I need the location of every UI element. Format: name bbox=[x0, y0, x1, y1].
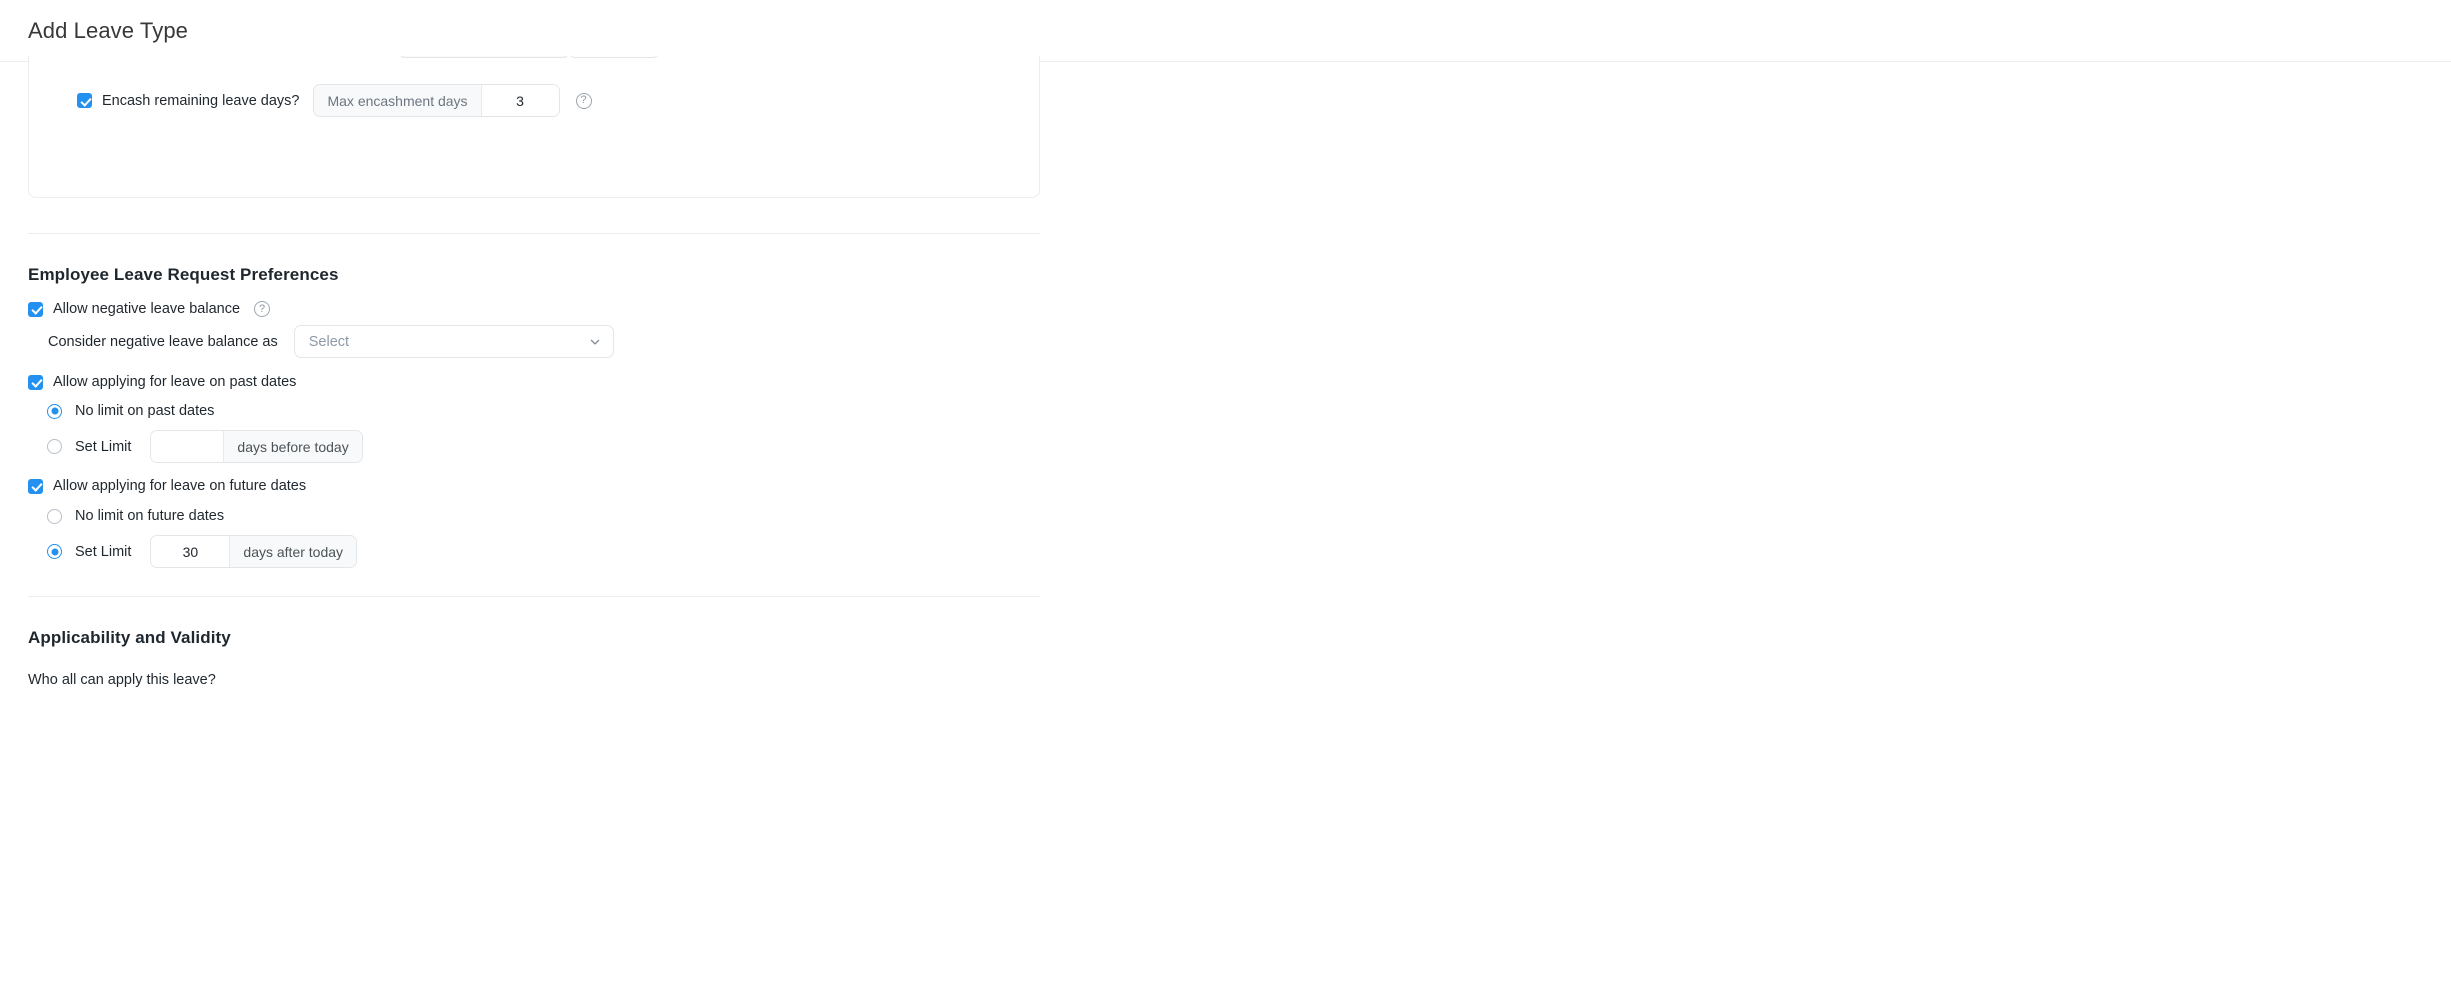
allow-past-dates-label: Allow applying for leave on past dates bbox=[53, 374, 297, 390]
past-dates-limit-input-group: days before today bbox=[150, 430, 363, 463]
future-dates-no-limit-option: No limit on future dates bbox=[47, 508, 224, 524]
future-dates-limit-suffix-label: days after today bbox=[229, 536, 357, 567]
past-dates-limit-input[interactable] bbox=[151, 431, 224, 462]
clipped-row-field-value[interactable] bbox=[569, 56, 659, 58]
past-dates-set-limit-label: Set Limit bbox=[75, 438, 132, 455]
encash-remaining-leave-days-row: Encash remaining leave days? Max encashm… bbox=[29, 84, 592, 117]
divider-applicability bbox=[28, 596, 1040, 597]
future-dates-set-limit-option: Set Limit 30 days after today bbox=[47, 535, 358, 568]
past-dates-set-limit-option: Set Limit days before today bbox=[47, 430, 363, 463]
max-encashment-days-prefix-label: Max encashment days bbox=[314, 85, 481, 116]
past-dates-no-limit-label: No limit on past dates bbox=[75, 403, 215, 419]
allow-negative-leave-balance-label: Allow negative leave balance bbox=[53, 301, 241, 317]
max-encashment-days-input[interactable]: 3 bbox=[480, 85, 559, 116]
page-title: Add Leave Type bbox=[28, 17, 189, 43]
allow-negative-leave-balance-row: Allow negative leave balance ? bbox=[28, 301, 271, 317]
allow-past-dates-checkbox[interactable] bbox=[28, 374, 43, 390]
past-dates-no-limit-radio[interactable] bbox=[47, 403, 62, 419]
allow-future-dates-label: Allow applying for leave on future dates bbox=[53, 478, 307, 494]
clipped-row-above: ? bbox=[29, 56, 1039, 66]
divider-preferences bbox=[28, 233, 1040, 234]
allow-future-dates-checkbox[interactable] bbox=[28, 478, 43, 494]
future-dates-no-limit-radio[interactable] bbox=[47, 508, 62, 524]
past-dates-set-limit-radio[interactable] bbox=[47, 439, 62, 454]
who-can-apply-label: Who all can apply this leave? bbox=[28, 672, 216, 688]
future-dates-set-limit-label: Set Limit bbox=[75, 543, 132, 560]
past-dates-limit-suffix-label: days before today bbox=[223, 431, 362, 462]
page-body: ? Encash remaining leave days? Max encas… bbox=[0, 56, 2451, 999]
section-title-applicability-and-validity: Applicability and Validity bbox=[28, 628, 231, 647]
leave-encashment-card: ? Encash remaining leave days? Max encas… bbox=[28, 56, 1040, 198]
past-dates-no-limit-option[interactable]: No limit on past dates bbox=[47, 403, 214, 419]
consider-negative-leave-balance-select[interactable]: Select bbox=[293, 325, 614, 358]
future-dates-no-limit-label: No limit on future dates bbox=[75, 508, 225, 524]
max-encashment-days-input-group: Max encashment days 3 bbox=[313, 84, 560, 117]
max-encashment-days-help-icon[interactable]: ? bbox=[575, 92, 592, 109]
section-title-employee-leave-request-preferences: Employee Leave Request Preferences bbox=[28, 265, 339, 284]
future-dates-limit-input-group: 30 days after today bbox=[150, 535, 358, 568]
allow-future-dates-row: Allow applying for leave on future dates bbox=[28, 478, 306, 494]
allow-negative-leave-balance-checkbox[interactable] bbox=[28, 301, 43, 317]
chevron-down-icon bbox=[590, 339, 599, 345]
encash-remaining-leave-days-checkbox[interactable] bbox=[77, 93, 92, 108]
clipped-row-field-prefix[interactable] bbox=[399, 56, 569, 58]
page-header: Add Leave Type bbox=[0, 0, 2451, 62]
consider-negative-leave-balance-label: Consider negative leave balance as bbox=[48, 333, 278, 350]
encash-remaining-leave-days-label: Encash remaining leave days? bbox=[102, 92, 300, 109]
future-dates-limit-input[interactable]: 30 bbox=[151, 536, 230, 567]
consider-negative-leave-balance-select-value: Select bbox=[308, 333, 350, 350]
allow-past-dates-row: Allow applying for leave on past dates bbox=[28, 374, 296, 390]
allow-negative-leave-balance-help-icon[interactable]: ? bbox=[254, 301, 271, 317]
future-dates-set-limit-radio[interactable] bbox=[47, 544, 62, 559]
consider-negative-leave-balance-row: Consider negative leave balance as Selec… bbox=[48, 325, 614, 358]
